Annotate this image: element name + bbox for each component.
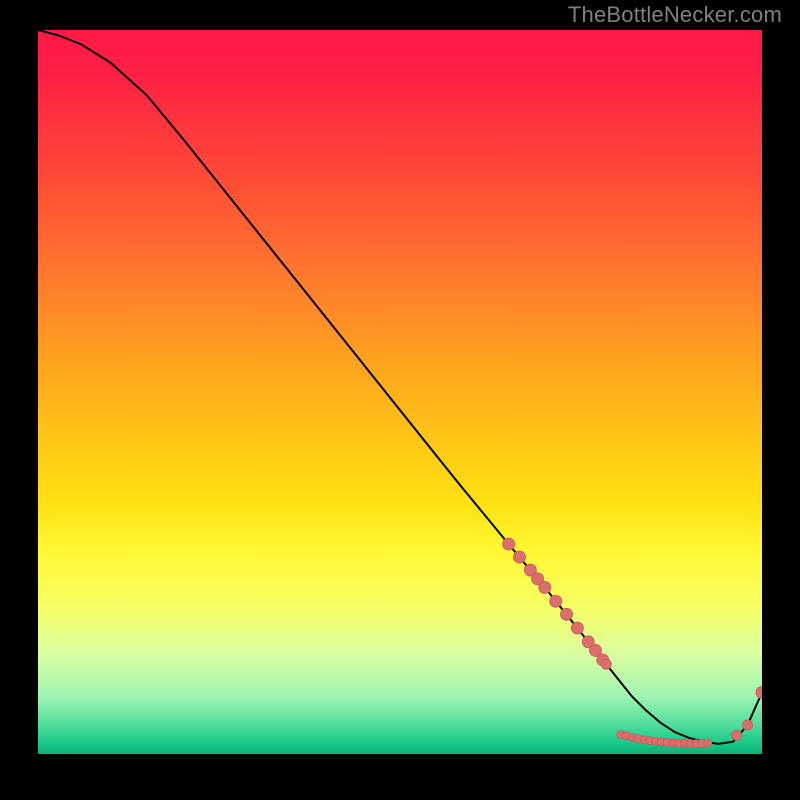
data-marker — [756, 686, 762, 698]
data-marker — [550, 595, 562, 607]
data-marker — [513, 551, 525, 563]
bottleneck-curve-path — [38, 30, 762, 744]
data-marker — [503, 538, 515, 550]
watermark-text: TheBottleNecker.com — [568, 2, 782, 28]
marker-group — [503, 538, 762, 747]
curve-overlay — [38, 30, 762, 754]
plot-area — [38, 30, 762, 754]
data-marker — [571, 622, 583, 634]
data-marker — [732, 730, 742, 740]
data-marker — [704, 739, 712, 747]
data-marker — [743, 720, 753, 730]
data-marker — [539, 581, 551, 593]
chart-frame: TheBottleNecker.com — [0, 0, 800, 800]
data-marker — [561, 608, 573, 620]
data-marker — [601, 659, 611, 669]
